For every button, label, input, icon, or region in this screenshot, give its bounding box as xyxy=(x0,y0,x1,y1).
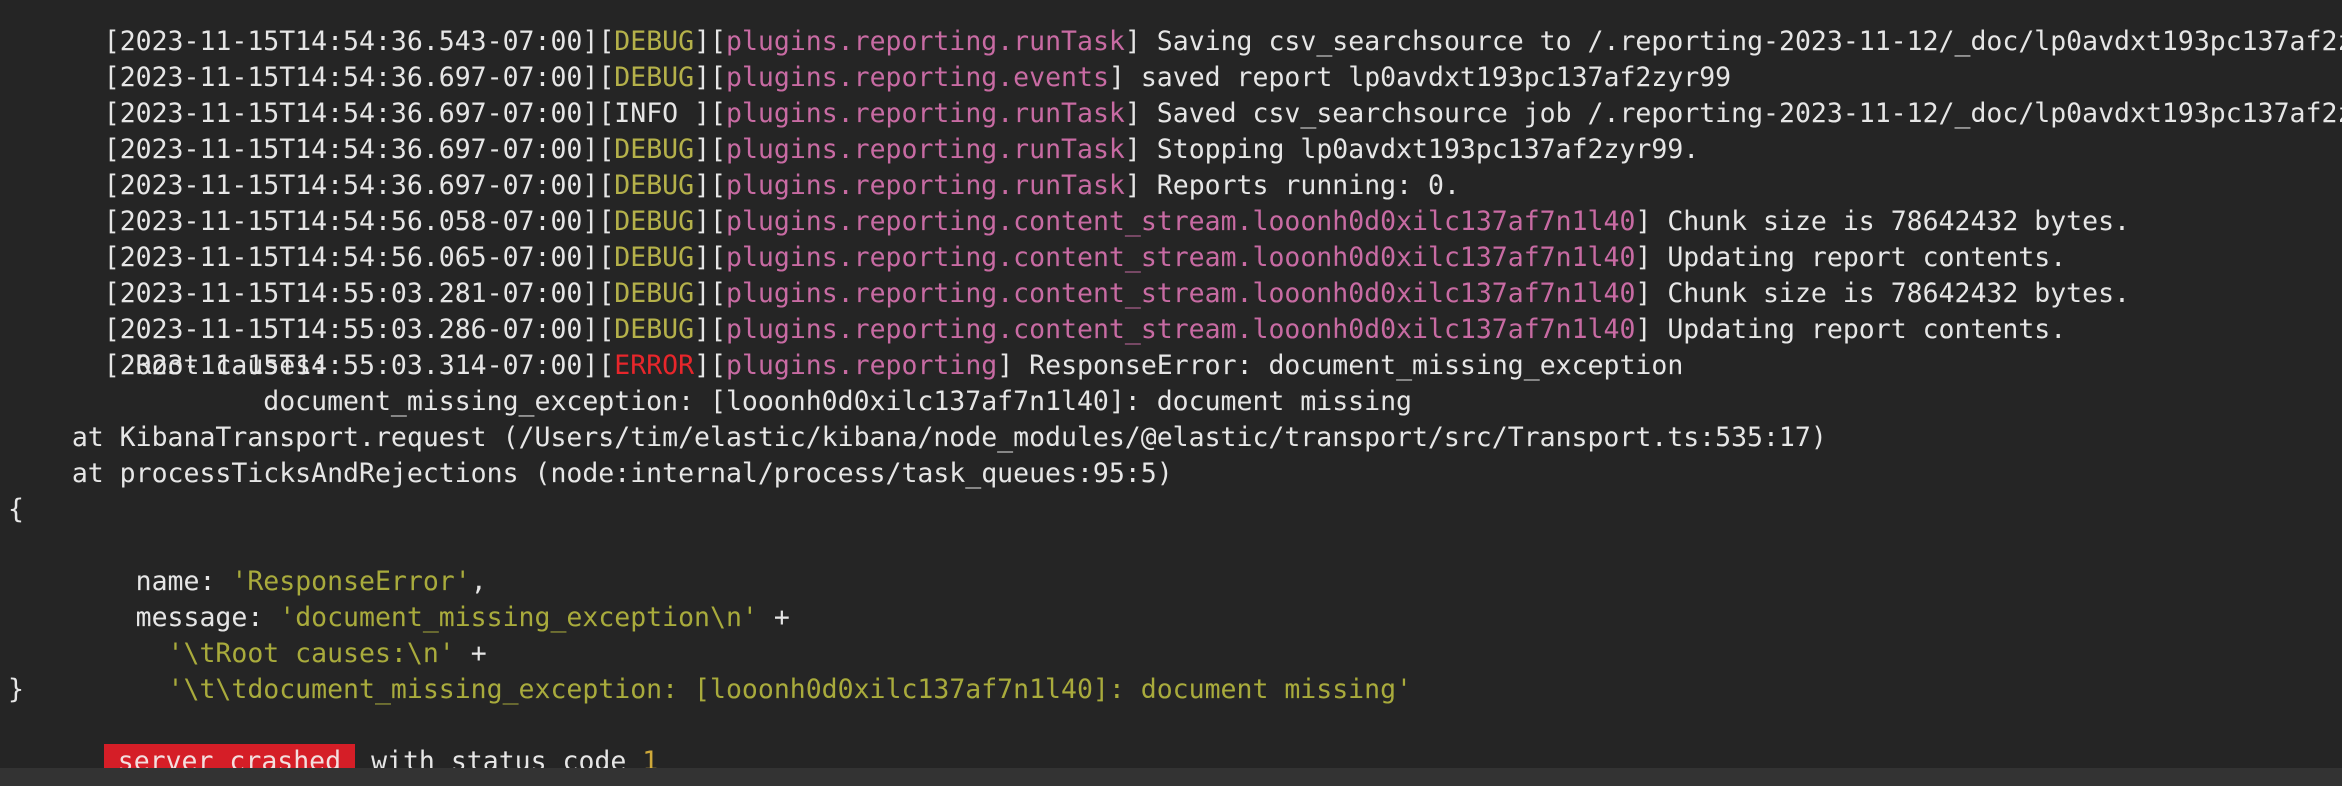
log-context: plugins.reporting.content_stream.looonh0… xyxy=(726,242,1636,273)
log-timestamp: [2023-11-15T14:54:36.697-07:00] xyxy=(103,170,599,201)
log-message: saved report lp0avdxt193pc137af2zyr99 xyxy=(1140,62,1732,93)
log-level: DEBUG xyxy=(614,206,695,237)
log-context: plugins.reporting xyxy=(726,350,998,381)
log-message: ResponseError: document_missing_exceptio… xyxy=(1029,350,1684,381)
log-level: DEBUG xyxy=(614,134,695,165)
log-timestamp: [2023-11-15T14:54:36.697-07:00] xyxy=(103,98,599,129)
stack-frame: at KibanaTransport.request (/Users/tim/e… xyxy=(8,422,1827,453)
log-message: Saving csv_searchsource to /.reporting-2… xyxy=(1156,26,2342,57)
log-message: Chunk size is 78642432 bytes. xyxy=(1667,278,2131,309)
log-timestamp: [2023-11-15T14:55:03.286-07:00] xyxy=(103,314,599,345)
log-context: plugins.reporting.content_stream.looonh0… xyxy=(726,314,1636,345)
log-level: ERROR xyxy=(614,350,695,381)
log-context: plugins.reporting.runTask xyxy=(726,134,1125,165)
terminal-output: [2023-11-15T14:54:36.543-07:00][DEBUG][p… xyxy=(8,0,2342,768)
log-context: plugins.reporting.content_stream.looonh0… xyxy=(726,278,1636,309)
server-crashed-badge: server crashed xyxy=(103,744,356,768)
log-level: INFO xyxy=(614,98,695,129)
status-code: 1 xyxy=(642,746,659,768)
log-level: DEBUG xyxy=(614,62,695,93)
log-line: [2023-11-15T14:54:36.543-07:00][DEBUG][p… xyxy=(8,0,2342,57)
log-message: Updating report contents. xyxy=(1667,314,2067,345)
log-message: Chunk size is 78642432 bytes. xyxy=(1667,206,2131,237)
log-timestamp: [2023-11-15T14:54:56.065-07:00] xyxy=(103,242,599,273)
log-timestamp: [2023-11-15T14:54:36.543-07:00] xyxy=(103,26,599,57)
log-message: Updating report contents. xyxy=(1667,242,2067,273)
log-level: DEBUG xyxy=(614,26,695,57)
log-context: plugins.reporting.runTask xyxy=(726,26,1125,57)
object-key: message: xyxy=(103,602,280,633)
object-name-line: name: 'ResponseError', xyxy=(103,566,487,597)
stack-exception: document_missing_exception: [looonh0d0xi… xyxy=(8,386,1412,417)
terminal-window[interactable]: [2023-11-15T14:54:36.543-07:00][DEBUG][p… xyxy=(0,0,2342,768)
log-level: DEBUG xyxy=(614,242,695,273)
log-timestamp: [2023-11-15T14:54:36.697-07:00] xyxy=(103,134,599,165)
log-level: DEBUG xyxy=(614,170,695,201)
log-context: plugins.reporting.runTask xyxy=(726,170,1125,201)
log-timestamp: [2023-11-15T14:54:36.697-07:00] xyxy=(103,62,599,93)
crash-line: server crashed with status code 1 xyxy=(8,708,2342,768)
log-level: DEBUG xyxy=(614,278,695,309)
object-open-brace: { xyxy=(8,494,24,525)
log-level: DEBUG xyxy=(614,314,695,345)
log-message: Reports running: 0. xyxy=(1156,170,1460,201)
log-message: Stopping lp0avdxt193pc137af2zyr99. xyxy=(1156,134,1700,165)
crash-text: with status code xyxy=(355,746,643,768)
log-timestamp: [2023-11-15T14:54:56.058-07:00] xyxy=(103,206,599,237)
object-string: '\t\tdocument_missing_exception: [looonh… xyxy=(103,674,1412,705)
log-context: plugins.reporting.runTask xyxy=(726,98,1125,129)
stack-frame: at processTicksAndRejections (node:inter… xyxy=(8,458,1173,489)
log-message: Saved csv_searchsource job /.reporting-2… xyxy=(1156,98,2342,129)
log-context: plugins.reporting.content_stream.looonh0… xyxy=(726,206,1636,237)
object-string: '\tRoot causes:\n' xyxy=(103,638,455,669)
object-string: 'ResponseError' xyxy=(231,566,471,597)
object-string: 'document_missing_exception\n' xyxy=(279,602,758,633)
terminal-bottom-strip xyxy=(0,768,2342,786)
log-timestamp: [2023-11-15T14:55:03.281-07:00] xyxy=(103,278,599,309)
log-context: plugins.reporting.events xyxy=(726,62,1109,93)
object-key: name: xyxy=(103,566,232,597)
